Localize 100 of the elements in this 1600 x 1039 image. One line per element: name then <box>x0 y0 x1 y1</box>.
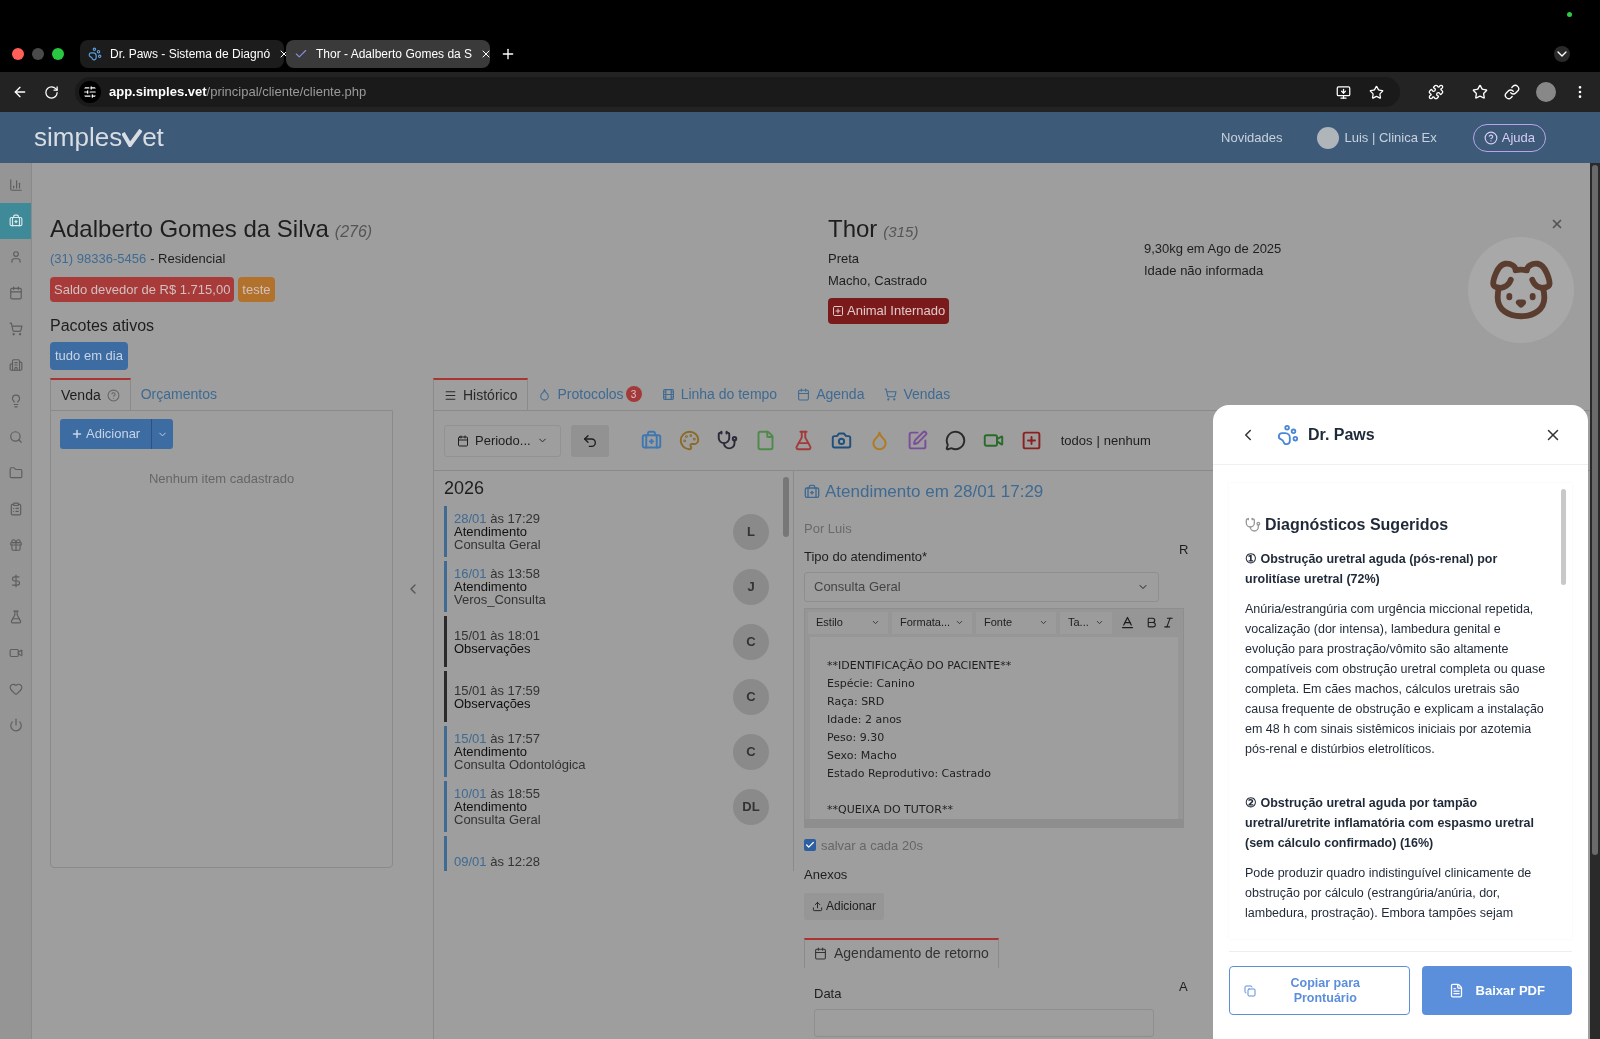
format-dropdown[interactable]: Formata... <box>892 611 972 634</box>
entry-date: 16/01 às 13:58 <box>454 567 542 580</box>
profile-avatar[interactable] <box>1536 82 1556 102</box>
building-icon <box>8 358 23 372</box>
scrollbar <box>783 477 789 537</box>
package-badge: tudo em dia <box>50 342 128 370</box>
timeline-item[interactable]: 10/01 às 18:55 Atendimento Consulta Geral DL <box>444 781 793 832</box>
count-badge: 3 <box>625 386 642 402</box>
history-tab[interactable]: Histórico <box>433 378 529 410</box>
initials-avatar: C <box>733 678 769 715</box>
caret-icon <box>1095 618 1104 627</box>
packages-title: Pacotes ativos <box>50 316 155 336</box>
reload-icon[interactable] <box>44 84 59 100</box>
caret-icon <box>1039 618 1048 627</box>
select-all-link[interactable]: todos <box>1060 430 1093 451</box>
drop-icon <box>538 387 552 401</box>
period-dropdown[interactable]: Periodo... <box>444 424 561 457</box>
timeline-item[interactable]: 15/01 às 17:57 Atendimento Consulta Odontológica C <box>444 726 793 777</box>
close-window-button[interactable] <box>12 48 24 60</box>
select-none-link[interactable]: nenhum <box>1103 430 1151 451</box>
edit-icon <box>907 430 929 451</box>
section-title: Diagnósticos Sugeridos <box>1265 515 1449 535</box>
timeline-item[interactable]: 15/01 às 18:01 Observações C <box>444 616 793 667</box>
add-button[interactable]: Adicionar <box>60 419 152 449</box>
browser-tab[interactable]: Dr. Paws - Sistema de Diagnó <box>80 40 284 68</box>
copy-icon <box>1244 984 1256 997</box>
help-icon <box>1483 130 1498 145</box>
sale-tab[interactable]: Venda <box>50 378 131 410</box>
timeline-item[interactable]: 15/01 às 17:59 Observações C <box>444 671 793 722</box>
browser-tab[interactable]: Thor - Adalberto Gomes da S <box>286 40 490 68</box>
field-label: A <box>1179 977 1189 996</box>
editor-line: Peso: 9.30 <box>827 729 886 746</box>
copy-button[interactable]: Copiar para Prontuário <box>1229 966 1410 1015</box>
extensions-icon[interactable] <box>1428 84 1444 100</box>
install-icon[interactable] <box>1336 84 1351 100</box>
news-link[interactable]: Novidades <box>1221 127 1283 148</box>
format-dropdown[interactable]: Estilo <box>808 611 888 634</box>
text-color-icon[interactable] <box>1120 614 1135 630</box>
maximize-window-button[interactable] <box>52 48 64 60</box>
paw-icon <box>88 47 102 61</box>
sidebar-item[interactable] <box>0 203 31 239</box>
plus-square-icon <box>1021 430 1043 451</box>
checkmark-icon <box>294 47 308 61</box>
minimize-window-button[interactable] <box>32 48 44 60</box>
paw-icon <box>1277 423 1299 446</box>
italic-icon[interactable] <box>1162 615 1175 629</box>
tab-title: Dr. Paws - Sistema de Diagnó <box>110 46 271 63</box>
download-pdf-button[interactable]: Baixar PDF <box>1421 966 1572 1015</box>
attach-button[interactable]: Adicionar <box>804 892 885 920</box>
year-heading: 2026 <box>444 477 486 500</box>
user-icon <box>8 250 23 264</box>
editor-line: Raça: SRD <box>827 693 886 710</box>
link-icon[interactable] <box>1504 84 1520 100</box>
initials-avatar: C <box>733 623 769 660</box>
client-id: (276) <box>334 222 373 242</box>
plus-square-icon <box>832 304 844 317</box>
tab-list-icon[interactable] <box>1554 46 1570 62</box>
undo-button[interactable] <box>570 424 609 457</box>
star-icon[interactable] <box>1472 84 1488 100</box>
palette-icon <box>679 430 701 451</box>
entry-subtitle: Consulta Odontológica <box>454 758 587 771</box>
text-editor[interactable]: Estilo Formata... Fonte Ta... **IDENTIFICAÇÃO DO PACIENTE** Espécie: Canino Raça: SRD Idade: 2 anos Peso: 9.30 Sexo: Macho Estado Reprodutivo: Castrado **QUEIXA DO TUTOR** <box>804 607 1184 828</box>
entry-date: 10/01 às 18:55 <box>454 787 542 800</box>
entry-title: Observações <box>454 696 532 710</box>
pet-weight: 9,30kg em Ago de 2025 <box>1144 240 1283 258</box>
diagnosis-text: Pode produzir quadro indistinguível clinicamente de obstrução por cálculo (estrangúria/anúria, dor, lambedura, prostração). Embora tampões sejam <box>1245 865 1533 922</box>
type-select[interactable]: Consulta Geral <box>804 571 1159 602</box>
pet-sex: Macho, Castrado <box>828 271 927 290</box>
timeline-item[interactable]: 09/01 às 12:28 <box>444 836 793 871</box>
entry-date: 15/01 às 17:57 <box>454 732 542 745</box>
timeline-item[interactable]: 16/01 às 13:58 Atendimento Veros_Consulta J <box>444 561 793 612</box>
address-bar[interactable]: app.simples.vet/principal/cliente/cliente.php <box>75 77 1400 107</box>
return-tab[interactable]: Agendamento de retorno <box>804 937 999 968</box>
autosave-checkbox[interactable] <box>804 839 816 852</box>
attachments-label: Anexos <box>804 866 848 884</box>
user-menu[interactable]: Luis | Clinica Ex <box>1344 127 1437 148</box>
url-text: app.simples.vet/principal/cliente/cliente.php <box>109 83 367 102</box>
entry-subtitle: Veros_Consulta <box>454 593 547 606</box>
calendar-icon <box>457 434 469 447</box>
back-icon[interactable] <box>12 84 28 100</box>
dropdown-button[interactable] <box>151 419 174 449</box>
entry-title: Observações <box>454 641 532 655</box>
editor-line: Sexo: Macho <box>827 747 898 764</box>
editor-line: **IDENTIFICAÇÃO DO PACIENTE** <box>827 657 1013 674</box>
stethoscope-icon <box>717 430 739 451</box>
format-dropdown[interactable]: Fonte <box>976 611 1056 634</box>
site-settings-icon[interactable] <box>79 81 101 103</box>
entry-title: Atendimento <box>454 580 528 593</box>
clipboard-icon <box>8 502 23 516</box>
upload-icon <box>812 900 823 912</box>
star-icon[interactable] <box>1369 84 1384 100</box>
entry-subtitle: Consulta Geral <box>454 538 542 551</box>
bold-icon[interactable] <box>1145 615 1158 629</box>
format-dropdown[interactable]: Ta... <box>1060 611 1112 634</box>
flask-icon <box>8 610 23 624</box>
initials-avatar: L <box>733 513 769 550</box>
pet-age: Idade não informada <box>1144 261 1265 280</box>
medical-kit-icon <box>641 430 663 451</box>
new-tab-icon[interactable] <box>500 46 516 62</box>
history-tab[interactable]: Protocolos 3 <box>528 378 652 410</box>
